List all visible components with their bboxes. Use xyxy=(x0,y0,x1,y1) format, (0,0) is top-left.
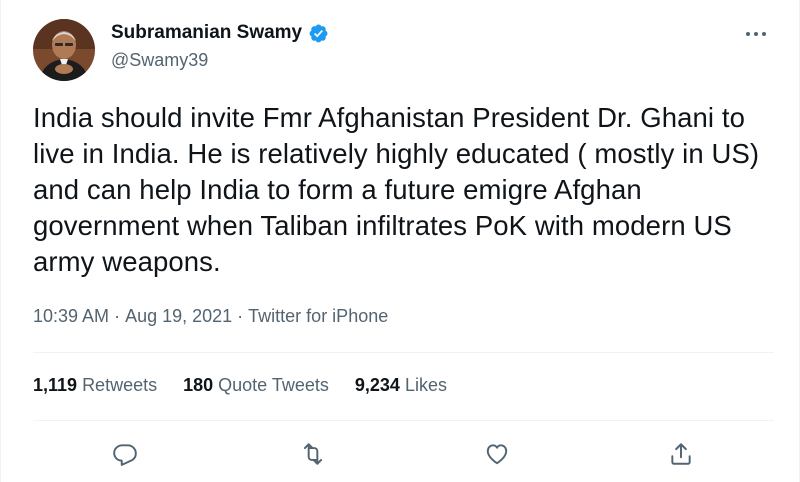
quote-tweets-count: 180 xyxy=(183,375,214,395)
retweets-count: 1,119 xyxy=(33,375,78,395)
tweet-card: Subramanian Swamy @Swamy39 India should … xyxy=(0,0,800,482)
retweet-icon xyxy=(303,443,323,465)
tweet-stats: 1,119 Retweets 180 Quote Tweets 9,234 Li… xyxy=(33,375,447,396)
tweet-source[interactable]: Twitter for iPhone xyxy=(248,306,388,327)
meta-separator: · xyxy=(237,306,244,326)
author-handle[interactable]: @Swamy39 xyxy=(111,50,208,71)
reply-button[interactable] xyxy=(107,436,143,472)
retweets-stat[interactable]: 1,119 Retweets xyxy=(33,375,157,396)
tweet-actions xyxy=(1,436,800,472)
likes-count: 9,234 xyxy=(354,375,400,395)
share-icon xyxy=(671,443,691,465)
reply-icon xyxy=(113,444,137,466)
author-name-row[interactable]: Subramanian Swamy xyxy=(111,22,329,44)
retweet-button[interactable] xyxy=(295,436,331,472)
share-button[interactable] xyxy=(663,436,699,472)
tweet-text: India should invite Fmr Afghanistan Pres… xyxy=(33,102,760,277)
likes-stat[interactable]: 9,234 Likes xyxy=(355,375,447,396)
quote-tweets-label: Quote Tweets xyxy=(218,375,329,395)
divider xyxy=(33,352,774,353)
more-options-button[interactable] xyxy=(741,24,771,44)
display-name[interactable]: Subramanian Swamy xyxy=(111,22,302,44)
tweet-date[interactable]: Aug 19, 2021 xyxy=(125,306,232,327)
more-horizontal-icon xyxy=(746,32,766,36)
retweets-label: Retweets xyxy=(82,375,158,395)
heart-icon xyxy=(486,444,508,465)
meta-separator: · xyxy=(114,306,121,326)
quote-tweets-stat[interactable]: 180 Quote Tweets xyxy=(183,375,329,396)
tweet-time[interactable]: 10:39 AM xyxy=(33,306,109,327)
verified-badge-icon xyxy=(309,24,328,42)
avatar[interactable] xyxy=(33,19,95,81)
like-button[interactable] xyxy=(479,436,515,472)
tweet-metadata: 10:39 AM · Aug 19, 2021 · Twitter for iP… xyxy=(33,306,388,327)
divider xyxy=(33,420,774,421)
likes-label: Likes xyxy=(404,375,447,395)
